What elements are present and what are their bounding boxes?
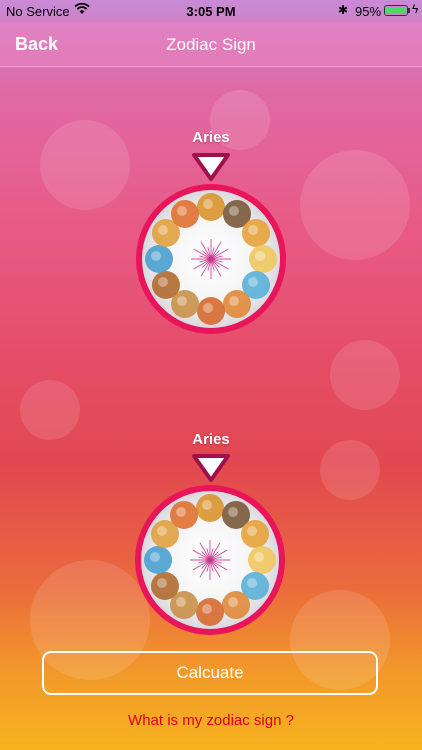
pisces-icon (170, 500, 198, 529)
pisces-icon (171, 199, 199, 228)
sagittarius-icon (150, 572, 179, 600)
gemini-icon (242, 219, 271, 247)
bokeh-decoration (300, 150, 410, 260)
capricorn-icon (144, 546, 172, 574)
page-title: Zodiac Sign (166, 35, 256, 54)
gemini-icon (241, 520, 270, 548)
cancer-icon (248, 546, 276, 574)
charging-icon: ϟ (412, 2, 419, 16)
pointer-triangle-icon (192, 153, 230, 181)
battery-percent: 95% (355, 4, 382, 19)
selected-sign-label: Aries (192, 431, 230, 448)
cancer-icon (249, 245, 277, 273)
libra-icon (197, 297, 225, 325)
aries-icon (197, 193, 225, 221)
virgo-icon (223, 290, 251, 319)
bluetooth-icon: ✱ (338, 3, 349, 17)
pointer-triangle-icon (192, 454, 230, 482)
virgo-icon (222, 591, 250, 620)
zodiac-wheel[interactable] (135, 183, 287, 340)
selected-sign-label: Aries (192, 129, 230, 146)
status-bar: No Service 3:05 PM ✱ 95% ϟ (0, 0, 422, 22)
battery-nub (408, 8, 410, 13)
what-is-my-sign-link[interactable]: What is my zodiac sign ? (0, 712, 422, 729)
battery-icon (384, 5, 408, 16)
zodiac-wheel[interactable] (134, 484, 286, 641)
aries-icon (196, 494, 224, 522)
libra-icon (196, 598, 224, 626)
navigation-bar: Back Zodiac Sign (0, 22, 422, 67)
sagittarius-icon (151, 271, 180, 299)
calculate-button[interactable]: Calcuate (42, 651, 378, 695)
bokeh-decoration (330, 340, 400, 410)
capricorn-icon (145, 245, 173, 273)
bokeh-decoration (320, 440, 380, 500)
